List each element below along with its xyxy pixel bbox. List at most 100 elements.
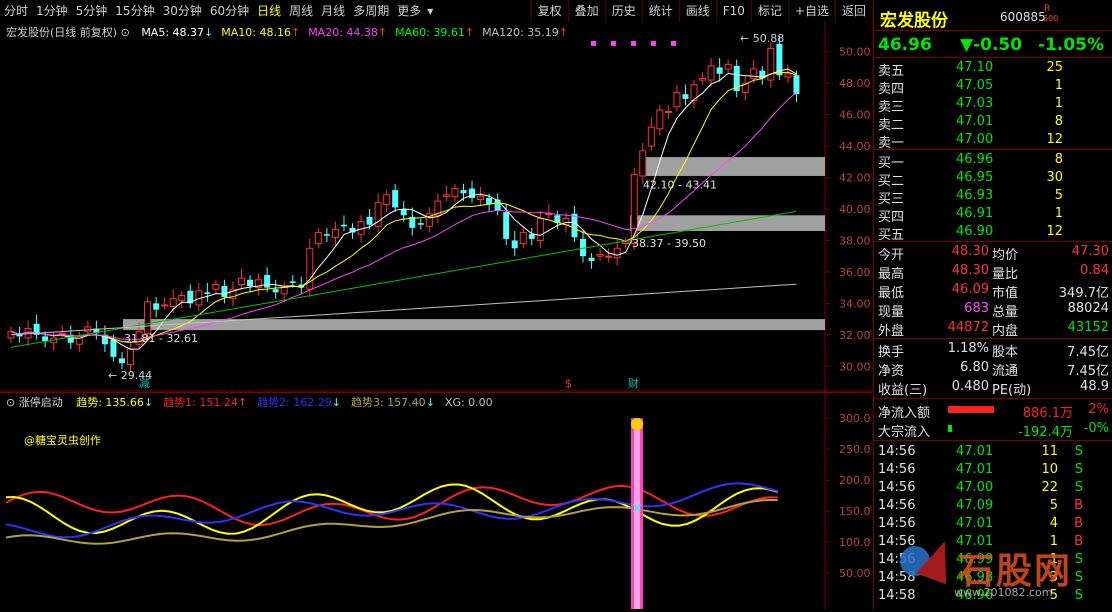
candle-body [118, 358, 125, 364]
stat-label: 最低 [878, 286, 905, 301]
ma-arrow: ↑ [290, 26, 301, 39]
candle-body [153, 303, 160, 310]
candle-body [477, 195, 485, 201]
indicator-y-tick: 250.0 [839, 443, 871, 456]
period-tab[interactable]: 分时 [0, 0, 32, 22]
more-arrow-icon[interactable]: ▾ [425, 0, 435, 22]
indicator-line-value: 趋势3: 157.40 [350, 396, 426, 409]
book-row[interactable]: 卖三 47.03 1 [874, 95, 1112, 115]
toolbar-button[interactable]: +自选 [787, 0, 835, 22]
period-tab[interactable]: 5分钟 [72, 0, 112, 22]
book-row[interactable]: 卖二 47.01 8 [874, 113, 1112, 133]
book-row[interactable]: 买二 46.95 30 [874, 169, 1112, 189]
period-tab[interactable]: 多周期 [349, 0, 393, 22]
signal-dot: ▪ [670, 38, 677, 49]
book-row[interactable]: 买四 46.91 1 [874, 205, 1112, 225]
event-marker-cai: 财 [628, 376, 639, 390]
candle-body [314, 232, 322, 245]
toolbar-button[interactable]: 返回 [834, 0, 872, 22]
kline-y-tick: 30.00 [839, 360, 871, 373]
indicator-svg: 300.0 250.0 200.0 150.0 100.0 50.00 ✕ [0, 392, 872, 609]
book-price: 47.00 [956, 132, 994, 147]
period-tab[interactable]: 周线 [285, 0, 317, 22]
finance-label: 净资 [878, 364, 905, 379]
toolbar-button[interactable]: 标记 [750, 0, 788, 22]
book-row[interactable]: 卖一 47.00 12 [874, 131, 1112, 151]
candle-body [793, 75, 800, 95]
toolbar-button[interactable]: 叠加 [567, 0, 605, 22]
flow-row: 净流入额 886.1万 2% [874, 401, 1112, 421]
price-change-pct: -1.05% [1038, 35, 1105, 55]
kline-legend: 宏发股份(日线 前复权) ⊙ MA5: 48.37↓ MA10: 48.16↑ MA… [6, 24, 568, 40]
ma-legend: MA5: 48.37↓ MA10: 48.16↑ MA20: 44.38↑ MA60:… [133, 26, 568, 39]
tick-row[interactable]: 14:56 47.00 22 S [874, 479, 1112, 497]
stat-label: 现量 [878, 305, 905, 320]
stat-value: 43152 [1067, 320, 1109, 335]
indicator-chart[interactable]: 300.0 250.0 200.0 150.0 100.0 50.00 ✕ ⊙ 涨停启动 趋… [0, 392, 872, 609]
tick-volume: 5 [1049, 498, 1058, 513]
toolbar-button[interactable]: 统计 [641, 0, 679, 22]
period-tab[interactable]: 30分钟 [159, 0, 206, 22]
indicator-line-value: 趋势1: 151.24 [163, 396, 238, 409]
indicator-settings-icon[interactable]: ⊙ [6, 396, 15, 409]
high-label: ← 50.88 [740, 32, 784, 45]
tick-volume: 4 [1049, 516, 1058, 531]
book-price: 47.01 [956, 114, 994, 129]
tick-row[interactable]: 14:56 47.09 5 B [874, 497, 1112, 515]
candle-body [144, 301, 152, 334]
candle-body [724, 63, 732, 70]
book-volume: 1 [1054, 78, 1063, 93]
stat-label: 最高 [878, 267, 905, 282]
tick-row[interactable]: 14:56 47.01 4 B [874, 515, 1112, 533]
book-volume: 1 [1054, 206, 1063, 221]
book-row[interactable]: 买三 46.93 5 [874, 187, 1112, 207]
kline-chart[interactable]: 50.00 48.00 46.00 44.00 42.00 40.00 38.00 36.00… [0, 22, 872, 392]
tick-side: S [1074, 462, 1083, 477]
indicator-values: 趋势: 135.66↓ 趋势1: 151.24↑ 趋势2: 162.29↓ 趋势3: … [66, 396, 492, 409]
candle-body [622, 241, 630, 245]
book-row[interactable]: 卖五 47.10 25 [874, 59, 1112, 79]
candle-body [503, 212, 510, 239]
support-zone [641, 157, 825, 176]
kline-title: 宏发股份(日线 前复权) [6, 26, 118, 39]
candle-body [58, 332, 66, 335]
ma-arrow: ↑ [558, 26, 568, 39]
ma-arrow: ↑ [464, 26, 475, 39]
period-tab[interactable]: 日线 [253, 0, 285, 22]
candle-body [400, 209, 407, 216]
period-tab[interactable]: 1分钟 [32, 0, 72, 22]
period-tab[interactable]: 更多 [393, 0, 425, 22]
toolbar-button[interactable]: F10 [715, 0, 751, 22]
ma-settings-icon[interactable]: ⊙ [121, 26, 130, 39]
kline-y-tick: 32.00 [839, 329, 871, 342]
price-change: ▼-0.50 [960, 35, 1023, 55]
indicator-y-tick: 100.0 [839, 536, 871, 549]
ma-legend-item: MA20: 44.38↑ [308, 26, 387, 39]
period-tab[interactable]: 60分钟 [206, 0, 253, 22]
book-volume: 12 [1046, 132, 1063, 147]
toolbar-button[interactable]: 画线 [678, 0, 716, 22]
kline-y-tick: 38.00 [839, 234, 871, 247]
stat-value: 47.30 [1071, 244, 1109, 259]
indicator-legend: ⊙ 涨停启动 趋势: 135.66↓ 趋势1: 151.24↑ 趋势2: 162.2… [6, 394, 493, 410]
stat-row: 最高 48.30 量比 0.84 [874, 262, 1112, 282]
tick-row[interactable]: 14:56 47.01 11 S [874, 443, 1112, 461]
period-tab[interactable]: 月线 [317, 0, 349, 22]
signal-dot: ▪ [630, 38, 637, 49]
tick-row[interactable]: 14:56 47.01 10 S [874, 461, 1112, 479]
flow-label: 大宗流入 [878, 425, 931, 440]
toolbar-button[interactable]: 复权 [530, 0, 568, 22]
book-row[interactable]: 买一 46.96 8 [874, 151, 1112, 171]
toolbar-button[interactable]: 历史 [604, 0, 642, 22]
book-row[interactable]: 买五 46.90 12 [874, 223, 1112, 243]
candle-body [613, 247, 621, 259]
book-volume: 30 [1046, 170, 1063, 185]
money-bag-icon [631, 418, 643, 431]
finance-row: 换手 1.18% 股本 7.45亿 [874, 340, 1112, 360]
candle-body [707, 65, 715, 81]
ma-arrow: ↑ [377, 26, 388, 39]
book-row[interactable]: 卖四 47.05 1 [874, 77, 1112, 97]
period-tab[interactable]: 15分钟 [111, 0, 158, 22]
indicator-line-value: XG: 0.00 [444, 396, 493, 409]
indicator-y-tick: 50.00 [839, 567, 871, 580]
